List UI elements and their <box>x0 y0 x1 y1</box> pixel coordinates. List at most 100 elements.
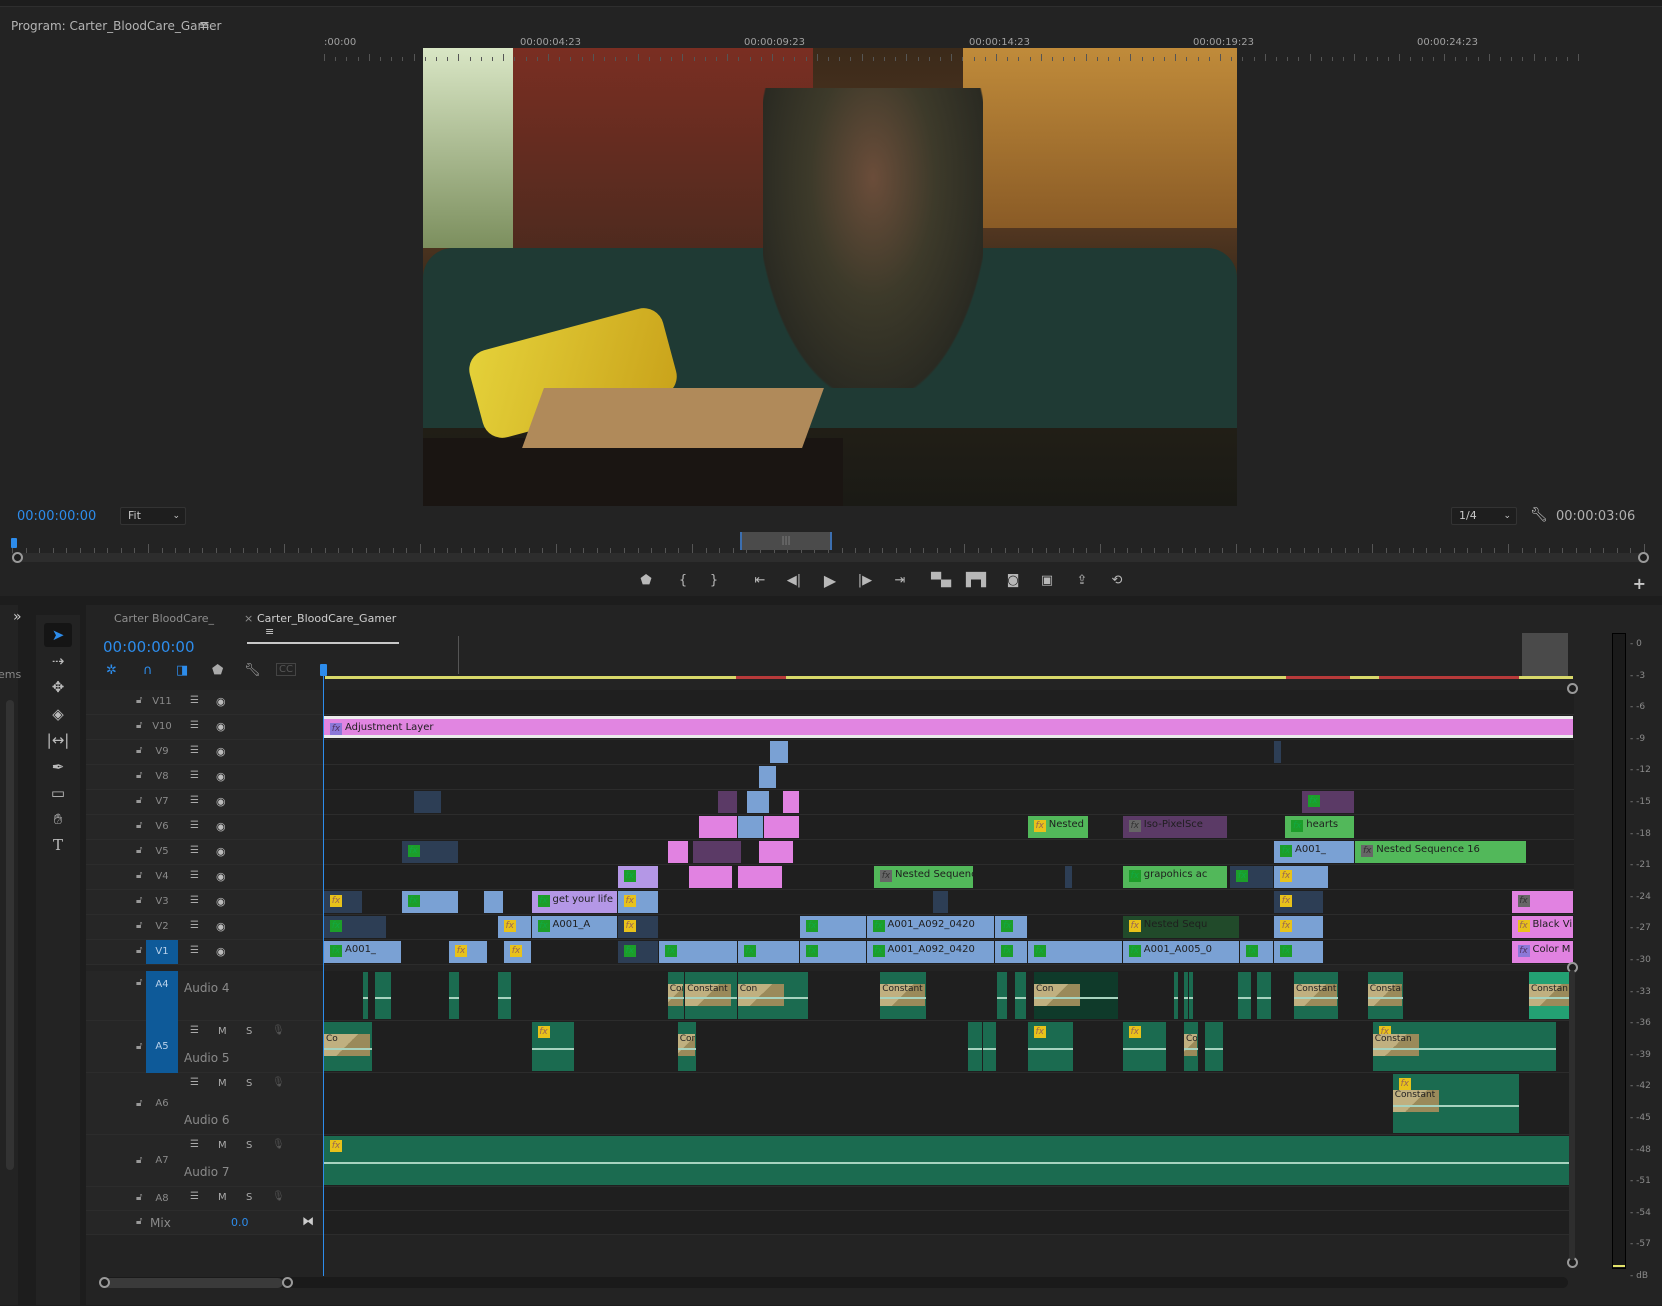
video-clip[interactable]: fx <box>1240 941 1273 963</box>
audio-clip[interactable]: Constant P <box>880 972 926 1019</box>
video-clip[interactable]: fx <box>497 916 531 938</box>
track-select-forward-icon[interactable]: ⇢ <box>44 649 72 673</box>
video-clip[interactable] <box>770 741 788 763</box>
track-name[interactable]: V8 <box>146 765 178 789</box>
microphone-icon[interactable]: 🎙︎ <box>272 1025 285 1036</box>
go-to-out-icon[interactable]: ⇥ <box>890 571 910 591</box>
volume-line[interactable] <box>1174 997 1178 999</box>
mark-out-icon[interactable]: } <box>704 571 724 591</box>
volume-line[interactable] <box>1372 1048 1556 1050</box>
audio-clip[interactable] <box>996 972 1007 1019</box>
volume-line[interactable] <box>324 1048 372 1050</box>
video-clip[interactable] <box>717 791 737 813</box>
video-clip[interactable] <box>737 866 782 888</box>
volume-line[interactable] <box>967 1048 982 1050</box>
sync-lock-icon[interactable]: ☰ <box>190 1139 199 1150</box>
track-lane[interactable]: ConConstant PConConstant PConConstant PC… <box>324 971 1574 1020</box>
export-icon[interactable]: ⇪ <box>1072 571 1092 591</box>
track-name[interactable]: V6 <box>146 815 178 839</box>
video-clip[interactable]: fx <box>800 916 866 938</box>
video-clip[interactable] <box>759 841 793 863</box>
track-lane[interactable]: fx A001_ fx fx fx fx fx fx fx A001_A092_0420 fx fx f… <box>324 940 1574 964</box>
zoom-level-select[interactable]: Fit ⌄ <box>120 507 186 525</box>
sync-lock-icon[interactable]: ☰ <box>190 945 199 956</box>
wrench-icon[interactable]: 🔧︎ <box>1530 507 1548 523</box>
lock-icon[interactable]: 🔓︎ <box>136 695 142 706</box>
play-icon[interactable]: ▶︎ <box>820 571 840 591</box>
step-back-icon[interactable]: ◀︎| <box>784 571 804 591</box>
video-clip[interactable]: fx <box>1301 791 1355 813</box>
mute-button[interactable]: M <box>218 1192 227 1203</box>
eye-icon[interactable]: ◉ <box>216 845 226 858</box>
lock-icon[interactable]: 🔓︎ <box>136 920 142 931</box>
video-clip[interactable] <box>692 841 741 863</box>
audio-clip[interactable]: Constan <box>1367 972 1403 1019</box>
audio-clip[interactable]: Constant P <box>1294 972 1338 1019</box>
rectangle-icon[interactable]: ▭ <box>44 781 72 805</box>
volume-line[interactable] <box>362 997 368 999</box>
audio-clip[interactable] <box>497 972 511 1019</box>
hand-icon[interactable]: ✋︎ <box>44 807 72 831</box>
eye-icon[interactable]: ◉ <box>216 720 226 733</box>
volume-line[interactable] <box>982 1048 996 1050</box>
audio-clip[interactable] <box>967 1022 982 1071</box>
volume-line[interactable] <box>667 997 685 999</box>
track-name[interactable]: A5 <box>146 1021 178 1073</box>
lock-icon[interactable]: 🔓︎ <box>136 1155 142 1166</box>
hamburger-icon[interactable]: ≡ <box>199 18 210 33</box>
mute-button[interactable]: M <box>218 1078 227 1089</box>
volume-line[interactable] <box>1015 997 1026 999</box>
sync-lock-icon[interactable]: ☰ <box>190 720 199 731</box>
video-clip[interactable]: fx <box>617 916 658 938</box>
video-clip[interactable]: fx A001_A092_0420 <box>866 916 995 938</box>
audio-clip[interactable]: Con <box>737 972 808 1019</box>
lock-icon[interactable]: 🔓︎ <box>136 1192 142 1203</box>
volume-line[interactable] <box>531 1048 575 1050</box>
microphone-icon[interactable]: 🎙︎ <box>272 1139 285 1150</box>
video-clip[interactable]: fx hearts <box>1285 816 1355 838</box>
track-name[interactable]: A4 <box>146 971 178 1021</box>
video-clip[interactable]: fx <box>401 891 458 913</box>
panel-scrollbar[interactable] <box>6 700 14 1170</box>
volume-line[interactable] <box>1034 997 1118 999</box>
tab-sequence-1[interactable]: Carter BloodCare_ <box>114 612 214 625</box>
video-clip[interactable] <box>1065 866 1072 888</box>
mute-button[interactable]: M <box>218 1140 227 1151</box>
timeline-timecode[interactable]: 00:00:00:00 <box>103 638 195 656</box>
video-clip[interactable]: fx Nested Sequence 16 <box>1355 841 1526 863</box>
audio-clip[interactable]: Constant P <box>685 972 737 1019</box>
timeline-ruler[interactable]: :00:00 00:00:04:23 00:00:09:23 00:00:14:… <box>324 29 1580 65</box>
volume-line[interactable] <box>996 997 1007 999</box>
lock-icon[interactable]: 🔓︎ <box>136 1216 142 1227</box>
video-clip[interactable] <box>484 891 503 913</box>
audio-clip[interactable]: fx <box>531 1022 575 1071</box>
selection-tool-icon[interactable]: ➤ <box>44 623 72 647</box>
expand-panels-icon[interactable]: » <box>13 609 22 625</box>
audio-clip[interactable]: Constan <box>1529 972 1573 1019</box>
lock-icon[interactable]: 🔓︎ <box>136 895 142 906</box>
tab-sequence-active[interactable]: Carter_BloodCare_Gamer ≡ <box>247 612 399 644</box>
slip-icon[interactable]: |↔| <box>44 728 72 752</box>
mute-button[interactable]: M <box>218 1026 227 1037</box>
video-clip[interactable]: fx <box>617 891 658 913</box>
audio-clip[interactable] <box>449 972 460 1019</box>
track-lane[interactable] <box>324 765 1574 789</box>
lock-icon[interactable]: 🔓︎ <box>136 1098 142 1109</box>
video-clip[interactable]: fx <box>1274 866 1328 888</box>
video-clip[interactable]: fx get your life <box>531 891 617 913</box>
insert-icon[interactable]: ▣ <box>1037 571 1057 591</box>
video-clip[interactable] <box>746 791 770 813</box>
volume-line[interactable] <box>677 1048 696 1050</box>
eye-icon[interactable]: ◉ <box>216 745 226 758</box>
playback-resolution-select[interactable]: 1/4 ⌄ <box>1451 507 1517 525</box>
audio-clip[interactable]: Co <box>324 1022 372 1071</box>
trim-toggle-icon[interactable]: ⟲ <box>1107 571 1127 591</box>
video-clip[interactable]: fx <box>995 916 1027 938</box>
nest-toggle-icon[interactable]: ✲ <box>106 663 117 678</box>
volume-line[interactable] <box>375 997 391 999</box>
video-clip[interactable] <box>414 791 441 813</box>
lift-icon[interactable]: ▀▄ <box>931 571 951 591</box>
video-clip[interactable]: fx <box>324 891 362 913</box>
video-clip[interactable] <box>737 816 763 838</box>
ripple-edit-icon[interactable]: ✥ <box>44 675 72 699</box>
